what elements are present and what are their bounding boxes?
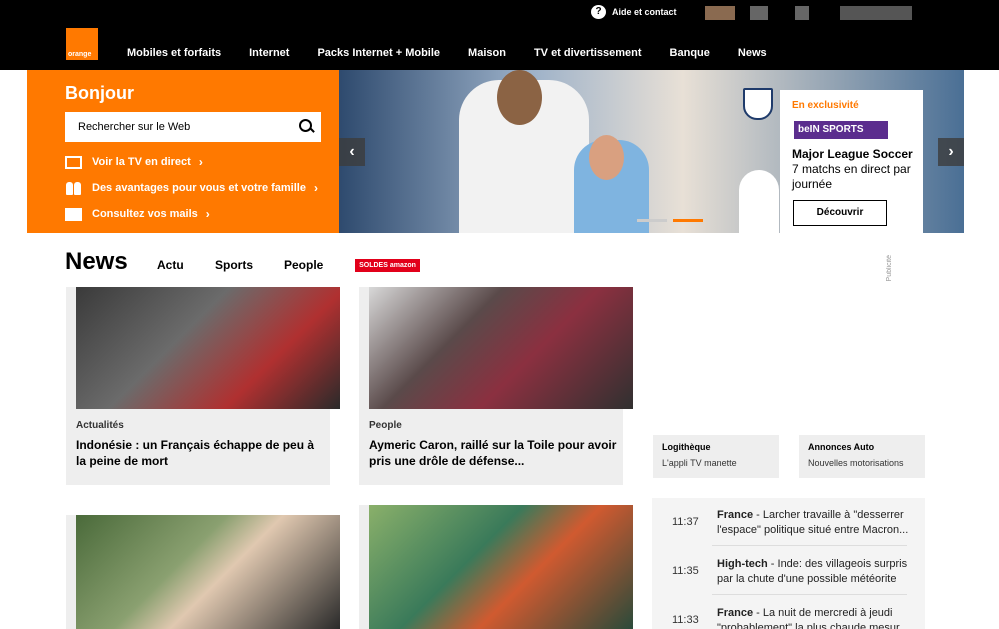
nav-item-internet[interactable]: Internet <box>249 47 289 59</box>
family-icon <box>65 181 82 195</box>
news-card[interactable]: People Aymeric Caron, raillé sur la Toil… <box>359 287 633 485</box>
mail-label: Consultez vos mails <box>92 208 198 220</box>
help-label: Aide et contact <box>612 7 677 17</box>
carousel-dot-active[interactable] <box>673 219 703 222</box>
ad-label: Publicité <box>886 255 893 282</box>
search-input[interactable]: Rechercher sur le Web <box>65 121 291 133</box>
feed-time: 11:33 <box>672 614 699 626</box>
box-text: Nouvelles motorisations <box>808 458 904 468</box>
logo-text: orange <box>68 51 92 58</box>
nav-item-maison[interactable]: Maison <box>468 47 506 59</box>
search-icon[interactable] <box>291 112 321 142</box>
news-card[interactable]: Actualités Indonésie : un Français échap… <box>66 287 340 485</box>
feed-text[interactable]: France - La nuit de mercredi à jeudi "pr… <box>717 606 912 629</box>
chevron-right-icon: › <box>205 207 210 221</box>
promo-subtitle: 7 matchs en direct par journée <box>792 162 911 191</box>
blurred-account-icon[interactable] <box>705 6 735 20</box>
tab-sports[interactable]: Sports <box>215 258 253 272</box>
player-head-shape <box>497 70 542 125</box>
tab-actu[interactable]: Actu <box>157 258 184 272</box>
blurred-icon[interactable] <box>750 6 768 20</box>
news-card[interactable] <box>66 515 340 629</box>
news-feed: 11:37 France - Larcher travaille à "dess… <box>652 498 925 629</box>
feed-divider <box>712 594 907 595</box>
chevron-right-icon: › <box>313 181 318 195</box>
feed-time: 11:35 <box>672 565 699 577</box>
news-card-image[interactable] <box>76 287 340 409</box>
tab-people[interactable]: People <box>284 258 323 272</box>
family-benefits-label: Des avantages pour vous et votre famille <box>92 182 306 194</box>
feed-divider <box>712 545 907 546</box>
news-card-category: People <box>369 420 402 431</box>
box-text: L'appli TV manette <box>662 458 737 468</box>
blurred-icon[interactable] <box>795 6 809 20</box>
chevron-right-icon: › <box>198 155 203 169</box>
top-bar: orange ? Aide et contact Mobiles et forf… <box>0 0 999 70</box>
family-benefits-link[interactable]: Des avantages pour vous et votre famille… <box>65 181 318 195</box>
nav-item-news[interactable]: News <box>738 47 767 59</box>
feed-section: France <box>717 607 754 619</box>
carousel-prev-button[interactable]: ‹ <box>339 138 365 166</box>
news-card-category: Actualités <box>76 420 124 431</box>
help-bubble-icon: ? <box>591 5 606 19</box>
box-title: Logithèque <box>662 442 711 452</box>
welcome-panel: Bonjour Rechercher sur le Web Voir la TV… <box>27 70 339 233</box>
discover-button[interactable]: Découvrir <box>793 200 887 226</box>
carousel-dots <box>637 219 709 222</box>
player-head-shape <box>589 135 624 180</box>
main-nav: Mobiles et forfaits Internet Packs Inter… <box>113 47 781 59</box>
news-card-image[interactable] <box>369 287 633 409</box>
blurred-user-info[interactable] <box>840 6 912 20</box>
nav-item-tv[interactable]: TV et divertissement <box>534 47 642 59</box>
mls-logo-icon <box>743 88 773 120</box>
nav-item-banque[interactable]: Banque <box>670 47 710 59</box>
help-link[interactable]: ? Aide et contact <box>591 5 677 19</box>
mail-link[interactable]: Consultez vos mails › <box>65 207 210 221</box>
auto-ads-box[interactable]: Annonces Auto Nouvelles motorisations <box>799 435 925 478</box>
promo-title: Major League Soccer <box>792 147 913 161</box>
feed-time: 11:37 <box>672 516 699 528</box>
feed-section: France <box>717 509 754 521</box>
news-card[interactable] <box>359 505 633 629</box>
nav-item-packs[interactable]: Packs Internet + Mobile <box>317 47 440 59</box>
carousel-next-button[interactable]: › <box>938 138 964 166</box>
tv-icon <box>65 155 82 169</box>
tv-live-link[interactable]: Voir la TV en direct › <box>65 155 203 169</box>
web-search-box[interactable]: Rechercher sur le Web <box>65 112 321 142</box>
bein-sports-logo: beIN SPORTS <box>794 121 888 139</box>
feed-text[interactable]: High-tech - Inde: des villageois surpris… <box>717 557 912 587</box>
logitheque-box[interactable]: Logithèque L'appli TV manette <box>653 435 779 478</box>
news-heading: News <box>65 248 128 275</box>
news-card-title[interactable]: Aymeric Caron, raillé sur la Toile pour … <box>369 437 617 469</box>
tv-live-label: Voir la TV en direct <box>92 156 191 168</box>
box-title: Annonces Auto <box>808 442 875 452</box>
greeting: Bonjour <box>65 83 134 103</box>
player-shape <box>739 170 779 233</box>
carousel-dot[interactable] <box>637 219 667 222</box>
news-card-title[interactable]: Indonésie : un Français échappe de peu à… <box>76 437 324 469</box>
nav-item-mobiles[interactable]: Mobiles et forfaits <box>127 47 221 59</box>
feed-section: High-tech <box>717 558 768 570</box>
exclusive-label: En exclusivité <box>792 100 859 111</box>
amazon-sale-badge[interactable]: SOLDES amazon <box>355 259 420 272</box>
news-card-image[interactable] <box>76 515 340 629</box>
orange-logo[interactable]: orange <box>66 28 98 60</box>
mail-icon <box>65 207 82 221</box>
feed-text[interactable]: France - Larcher travaille à "desserrer … <box>717 508 912 538</box>
news-card-image[interactable] <box>369 505 633 629</box>
promo-box: En exclusivité beIN SPORTS Major League … <box>780 90 923 233</box>
